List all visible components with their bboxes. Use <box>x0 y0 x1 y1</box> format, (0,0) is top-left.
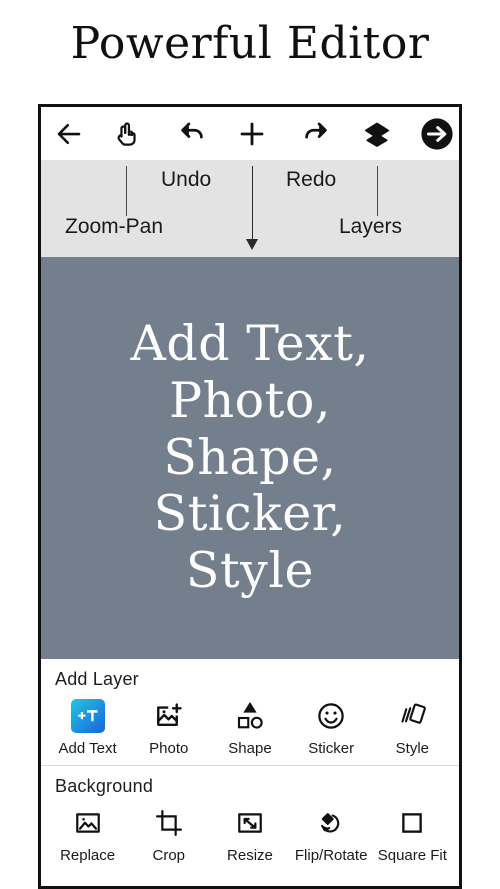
annotation-redo: Redo <box>286 168 337 191</box>
page-title: Powerful Editor <box>70 18 430 69</box>
square-fit-icon <box>398 805 426 841</box>
tool-sticker[interactable]: Sticker <box>292 698 370 757</box>
canvas-line: Add Text, <box>130 314 370 372</box>
tool-label: Add Text <box>58 740 117 757</box>
tool-flip-rotate[interactable]: Flip/Rotate <box>292 805 370 864</box>
annotation-zoom-pan: Zoom-Pan <box>65 215 164 238</box>
background-tools: Replace Crop Resize Flip/Rotate Square F… <box>41 801 459 872</box>
tool-label: Crop <box>152 847 186 864</box>
phone-frame: Zoom-Pan Undo Redo Layers Add Text, Phot… <box>38 104 462 889</box>
promo-screenshot: Powerful Editor Zoom-Pan Undo Redo Layer… <box>0 0 500 889</box>
crop-icon <box>155 805 183 841</box>
add-text-icon <box>70 698 105 734</box>
sticker-smiley-icon <box>316 698 346 734</box>
back-arrow-icon[interactable] <box>51 116 87 152</box>
tool-label: Flip/Rotate <box>294 847 368 864</box>
tool-photo[interactable]: Photo <box>130 698 208 757</box>
next-arrow-circle-icon[interactable] <box>419 116 455 152</box>
canvas-text-block: Add Text, Photo, Shape, Sticker, Style <box>130 314 370 600</box>
style-cards-icon <box>397 698 427 734</box>
annotation-undo: Undo <box>161 168 212 191</box>
annotation-strip: Zoom-Pan Undo Redo Layers <box>41 160 459 257</box>
layers-icon[interactable] <box>359 116 395 152</box>
shape-icon <box>235 698 265 734</box>
resize-icon <box>236 805 264 841</box>
tool-resize[interactable]: Resize <box>211 805 289 864</box>
tool-replace[interactable]: Replace <box>49 805 127 864</box>
undo-icon[interactable] <box>174 116 210 152</box>
canvas-line: Photo, <box>169 371 331 429</box>
hand-pan-icon[interactable] <box>108 116 144 152</box>
tool-label: Square Fit <box>377 847 447 864</box>
tool-add-text[interactable]: Add Text <box>49 698 127 757</box>
editor-canvas[interactable]: Add Text, Photo, Shape, Sticker, Style <box>41 257 459 659</box>
tool-crop[interactable]: Crop <box>130 805 208 864</box>
add-layer-title: Add Layer <box>55 669 139 689</box>
tool-label: Photo <box>149 740 189 757</box>
annotation-layers: Layers <box>339 215 403 238</box>
canvas-line: Style <box>185 542 315 600</box>
redo-icon[interactable] <box>298 116 334 152</box>
flip-rotate-icon <box>317 805 345 841</box>
tool-shape[interactable]: Shape <box>211 698 289 757</box>
tool-label: Resize <box>227 847 273 864</box>
layers-connector <box>377 166 378 216</box>
canvas-line: Shape, <box>163 428 337 486</box>
background-panel: Background Replace Crop Resize Flip/Rota… <box>41 766 459 872</box>
tool-style[interactable]: Style <box>373 698 451 757</box>
tool-label: Style <box>395 740 430 757</box>
image-replace-icon <box>74 805 102 841</box>
add-layer-panel: Add Layer Add Text Photo Shape Sticker S… <box>41 659 459 765</box>
zoom-pan-connector <box>126 166 127 216</box>
tool-square-fit[interactable]: Square Fit <box>373 805 451 864</box>
add-down-arrow <box>246 166 259 250</box>
editor-toolbar <box>41 107 459 160</box>
canvas-line: Sticker, <box>153 485 347 543</box>
plus-add-icon[interactable] <box>234 116 270 152</box>
background-title: Background <box>55 776 154 796</box>
tool-label: Replace <box>60 847 116 864</box>
photo-add-icon <box>154 698 184 734</box>
tool-label: Sticker <box>308 740 355 757</box>
add-layer-tools: Add Text Photo Shape Sticker Style <box>41 694 459 765</box>
tool-label: Shape <box>228 740 272 757</box>
